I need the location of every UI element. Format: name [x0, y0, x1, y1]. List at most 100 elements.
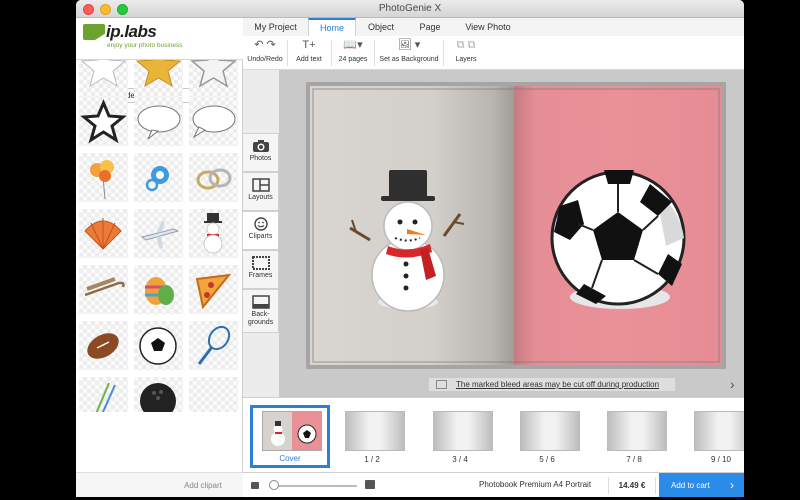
side-tab-cliparts[interactable]: Cliparts — [243, 211, 279, 250]
page-thumb-5-6[interactable]: 5 / 6 — [508, 406, 586, 466]
clipart-american-football[interactable] — [79, 321, 128, 370]
bleed-notice: The marked bleed areas may be cut off du… — [429, 378, 675, 391]
clipart-chopsticks[interactable] — [79, 377, 128, 412]
clipart-balloons[interactable] — [79, 153, 128, 202]
tab-home[interactable]: Home — [308, 18, 356, 36]
side-tab-photos[interactable]: Photos — [243, 133, 279, 172]
add-to-cart-button[interactable]: Add to cart › — [659, 473, 744, 497]
toolbar-divider — [443, 40, 444, 66]
page-thumb-3-4[interactable]: 3 / 4 — [421, 406, 499, 466]
brand-tag-icon — [83, 24, 105, 40]
brand-tagline: enjoy your photo business — [107, 42, 183, 49]
smiley-icon — [253, 217, 268, 231]
zoom-in-icon[interactable] — [365, 480, 375, 489]
window-title: PhotoGenie X — [378, 3, 442, 14]
set-background-label: Set as Background — [379, 56, 439, 63]
clipart-easter-egg[interactable] — [134, 265, 183, 314]
product-name: Photobook Premium A4 Portrait — [479, 480, 592, 489]
add-clipart-button[interactable]: Add clipart — [168, 478, 238, 493]
zoom-slider-track[interactable] — [275, 485, 357, 487]
toolbar-divider — [287, 40, 288, 66]
page-thumb-label: 5 / 6 — [539, 455, 555, 464]
tab-object[interactable]: Object — [356, 18, 406, 36]
zoom-out-icon[interactable] — [251, 482, 259, 489]
tab-my-project[interactable]: My Project — [243, 18, 308, 36]
toolbar: ↶ ↷ Undo/Redo T+ Add text 📖▾ 24 pages 🖼 … — [243, 36, 744, 70]
undo-redo-icon: ↶ ↷ — [254, 39, 276, 51]
undo-redo-button[interactable]: ↶ ↷ Undo/Redo — [245, 38, 285, 68]
pages-label: 24 pages — [338, 56, 368, 63]
clipart-wedding-rings[interactable] — [189, 153, 238, 202]
add-clipart-bar: Add clipart — [76, 472, 243, 497]
set-as-background-button[interactable]: 🖼 ▾ Set as Background — [377, 38, 441, 68]
undo-redo-label: Undo/Redo — [247, 56, 283, 63]
clipart-soccer-ball[interactable] — [134, 321, 183, 370]
add-text-button[interactable]: T+ Add text — [290, 38, 328, 68]
next-page-arrow-icon[interactable]: › — [730, 376, 735, 392]
layers-label: Layers — [455, 56, 477, 63]
zoom-slider-handle[interactable] — [269, 480, 279, 490]
page-thumb-image — [520, 411, 580, 451]
page-thumb-image — [694, 411, 744, 451]
side-tab-label: Back- grounds — [247, 311, 274, 326]
brand-name: ip.labs — [106, 22, 157, 41]
camera-icon — [252, 140, 269, 152]
clipart-pacifier[interactable] — [134, 153, 183, 202]
clipart-bowling-ball[interactable] — [134, 377, 183, 412]
page-thumb-label: Cover — [279, 454, 301, 463]
clipart-sled[interactable] — [79, 265, 128, 314]
page-thumb-image — [345, 411, 405, 451]
bleed-notice-text[interactable]: The marked bleed areas may be cut off du… — [456, 378, 659, 391]
side-tab-backgrounds[interactable]: Back- grounds — [243, 289, 279, 333]
page-thumb-1-2[interactable]: 1 / 2 — [333, 406, 411, 466]
page-thumb-7-8[interactable]: 7 / 8 — [595, 406, 673, 466]
clipart-speech-bubble[interactable] — [134, 97, 183, 146]
clipart-pizza-slice[interactable] — [189, 265, 238, 314]
page-thumb-9-10[interactable]: 9 / 10 — [682, 406, 744, 466]
page-spread[interactable] — [306, 82, 726, 369]
page-thumb-image — [607, 411, 667, 451]
add-to-cart-label: Add to cart — [671, 481, 710, 490]
layers-button[interactable]: ⧉ ⧉ Layers — [447, 38, 485, 68]
frame-icon — [251, 256, 270, 270]
side-tab-frames[interactable]: Frames — [243, 250, 279, 289]
toolbar-divider — [331, 40, 332, 66]
editor-canvas[interactable]: The marked bleed areas may be cut off du… — [279, 70, 744, 397]
side-tab-label: Photos — [249, 155, 272, 162]
clipart-seashell[interactable] — [79, 209, 128, 258]
side-tab-layouts[interactable]: Layouts — [243, 172, 279, 211]
page-thumb-label: 3 / 4 — [452, 455, 468, 464]
bleed-area-marker — [312, 88, 720, 363]
layers-icon: ⧉ ⧉ — [456, 39, 476, 51]
price: 14.49 € — [608, 477, 656, 494]
background-icon — [251, 295, 270, 309]
pages-button[interactable]: 📖▾ 24 pages — [334, 38, 372, 68]
clipart-tennis-racket[interactable] — [189, 321, 238, 370]
page-thumb-image — [433, 411, 493, 451]
page-thumb-label: 1 / 2 — [364, 455, 380, 464]
tab-page[interactable]: Page — [406, 18, 454, 36]
bottom-bar: Photobook Premium A4 Portrait 14.49 € Ad… — [243, 472, 744, 497]
page-thumb-cover[interactable]: Cover — [250, 405, 330, 468]
clipart-blank[interactable] — [189, 377, 238, 412]
app-window: PhotoGenie X ip.labs enjoy your photo bu… — [76, 0, 744, 497]
clipart-airplane[interactable] — [134, 209, 183, 258]
cover-thumb-image — [262, 411, 322, 451]
chevron-right-icon: › — [730, 478, 734, 492]
clipart-speech-bubble-left[interactable] — [189, 97, 238, 146]
clipart-snowman[interactable] — [189, 209, 238, 258]
page-thumb-label: 7 / 8 — [626, 455, 642, 464]
clipart-star-black-outline[interactable] — [79, 97, 128, 146]
side-tab-label: Frames — [248, 272, 273, 279]
content-side-tabs: Photos Layouts Cliparts Frames Back- gro… — [243, 133, 279, 333]
tab-view-photo[interactable]: View Photo — [454, 18, 522, 36]
page-thumbnail-strip: Cover 1 / 2 3 / 4 5 / 6 7 / 8 9 / 10 — [243, 397, 744, 472]
title-bar: PhotoGenie X — [76, 0, 744, 18]
logo: ip.labs enjoy your photo business — [76, 18, 243, 60]
bleed-notice-checkbox[interactable] — [436, 380, 447, 389]
cover-thumb-art-icon — [271, 421, 317, 446]
side-tab-label: Layouts — [248, 194, 273, 201]
layout-icon — [251, 178, 270, 192]
main-tabs: My Project Home Object Page View Photo — [243, 18, 744, 36]
image-icon: 🖼 ▾ — [397, 39, 421, 51]
